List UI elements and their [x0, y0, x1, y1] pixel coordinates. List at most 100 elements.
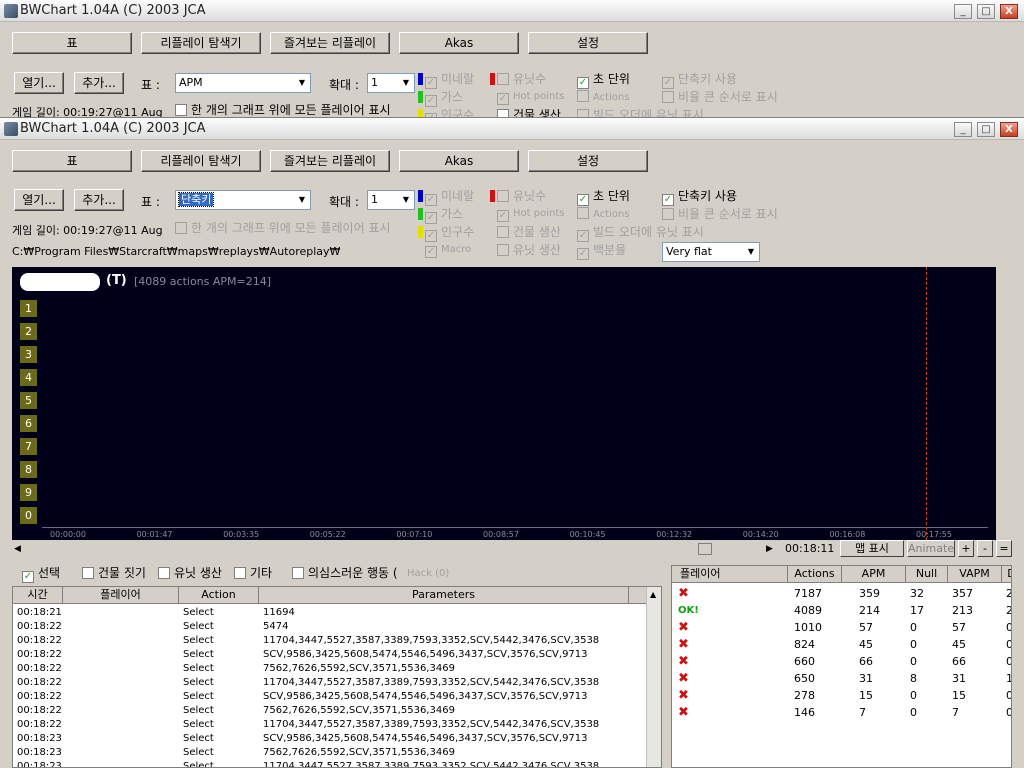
col-action[interactable]: Action — [179, 587, 259, 604]
actions-scrollbar[interactable]: ▲ — [646, 587, 661, 767]
hotkey-use-checkbox[interactable]: ✓ 단축키 사용 — [662, 189, 737, 206]
col-time[interactable]: 시간 — [13, 587, 63, 604]
table-row[interactable]: 00:18:22 Select 11704,3447,5527,3587,3389,… — [13, 676, 647, 690]
minimize-button[interactable]: _ — [954, 4, 972, 19]
sort-ratio-checkbox[interactable]: 비율 큰 순서로 표시 — [662, 90, 778, 106]
col-d[interactable]: D — [1002, 566, 1011, 583]
show-map-button[interactable]: 맵 표시 — [840, 540, 904, 557]
hotpoints-checkbox[interactable]: ✓ Hot points — [497, 207, 564, 223]
filter-suspicious-checkbox[interactable]: 의심스러운 행동 ( — [292, 566, 398, 582]
table-row[interactable]: 00:18:23 Select 11704,3447,5527,3587,3389,… — [13, 760, 647, 767]
scroll-right-icon[interactable]: ▶ — [766, 542, 773, 556]
minimize-button[interactable]: _ — [954, 122, 972, 137]
filter-other-checkbox[interactable]: 기타 — [234, 566, 272, 582]
animate-button[interactable]: Animate — [907, 540, 955, 557]
tab-replay-browser[interactable]: 리플레이 탐색기 — [141, 32, 261, 54]
units-checkbox[interactable]: 유닛수 — [490, 72, 546, 88]
col-player[interactable]: 플레이어 — [63, 587, 179, 604]
table-row[interactable]: 00:18:22 Select 7562,7626,5592,SCV,3571,55… — [13, 704, 647, 718]
gas-checkbox[interactable]: ✓ 가스 — [418, 90, 463, 107]
units-checkbox[interactable]: 유닛수 — [490, 189, 546, 205]
list-item[interactable]: ✖ 824 45 0 45 0 — [672, 638, 1011, 654]
percent-checkbox[interactable]: ✓ 백분율 — [577, 243, 626, 260]
list-item[interactable]: ✖ 7187 359 32 357 2( — [672, 587, 1011, 603]
tab-favorite-replays[interactable]: 즐겨보는 리플레이 — [270, 150, 390, 172]
list-item[interactable]: ✖660660660 — [672, 655, 1011, 671]
seconds-checkbox[interactable]: ✓ 초 단위 — [577, 72, 630, 89]
table-row[interactable]: 00:18:22 Select SCV,9586,3425,5608,5474,55… — [13, 648, 647, 662]
tab-akas[interactable]: Akas — [399, 150, 519, 172]
table-row[interactable]: 00:18:23 Select SCV,9586,3425,5608,5474,55… — [13, 732, 647, 746]
unit-production-checkbox[interactable]: 유닛 생산 — [497, 243, 561, 259]
build-production-checkbox[interactable]: 건물 생산 — [497, 108, 561, 117]
list-item[interactable]: ✖ 650 31 8 31 1! — [672, 672, 1011, 688]
macro-checkbox[interactable]: ✓ Macro — [425, 243, 471, 259]
tab-akas[interactable]: Akas — [399, 32, 519, 54]
close-button[interactable]: X — [1000, 122, 1018, 137]
build-order-units-checkbox[interactable]: 빌드 오더에 유닛 표시 — [577, 108, 704, 117]
zoom-select[interactable]: 1 ▼ — [367, 73, 415, 93]
supply-checkbox[interactable]: ✓인구수 — [418, 108, 474, 117]
flatness-select[interactable]: Very flat ▼ — [662, 242, 760, 262]
open-button[interactable]: 열기... — [14, 189, 64, 211]
table-row[interactable]: 00:18:23 Select 7562,7626,5592,SCV,3571,55… — [13, 746, 647, 760]
maximize-button[interactable]: □ — [977, 122, 995, 137]
filter-build-checkbox[interactable]: 건물 짓기 — [82, 566, 146, 582]
table-row[interactable]: 00:18:22 Select 11704,3447,5527,3587,3389,… — [13, 634, 647, 648]
tab-favorite-replays[interactable]: 즐겨보는 리플레이 — [270, 32, 390, 54]
chart-type-select[interactable]: 단축키 ▼ — [175, 190, 311, 210]
title-bar[interactable]: BWChart 1.04A (C) 2003 JCA _ □ X — [0, 0, 1024, 22]
filter-select-checkbox[interactable]: ✓ 선택 — [22, 566, 60, 583]
tab-chart[interactable]: 표 — [12, 32, 132, 54]
hotkey-use-checkbox[interactable]: ✓ 단축키 사용 — [662, 72, 737, 89]
col-parameters[interactable]: Parameters — [259, 587, 629, 604]
filter-train-checkbox[interactable]: 유닛 생산 — [158, 566, 222, 582]
list-item[interactable]: OK! 4089 214 17 213 2: — [672, 604, 1011, 620]
reset-zoom-button[interactable]: = — [996, 540, 1012, 557]
col-null[interactable]: Null — [906, 566, 948, 583]
table-row[interactable]: 00:18:22 Select 5474 — [13, 620, 647, 634]
table-row[interactable]: 00:18:22 Select 11704,3447,5527,3587,3389,… — [13, 718, 647, 732]
minerals-checkbox[interactable]: ✓ 미네랄 — [418, 189, 474, 206]
zoom-in-button[interactable]: + — [958, 540, 974, 557]
maximize-button[interactable]: □ — [977, 4, 995, 19]
tab-settings[interactable]: 설정 — [528, 150, 648, 172]
tab-replay-browser[interactable]: 리플레이 탐색기 — [141, 150, 261, 172]
all-on-one-checkbox[interactable]: 한 개의 그래프 위에 모든 플레이어 표시 — [175, 221, 391, 237]
col-vapm[interactable]: VAPM — [948, 566, 1002, 583]
add-button[interactable]: 추가... — [74, 72, 124, 94]
sort-ratio-checkbox[interactable]: 비율 큰 순서로 표시 — [662, 207, 778, 223]
hotkey-chart[interactable]: (T) [4089 actions APM=214] 1 2 3 4 5 6 7 8 9 0 00… — [12, 267, 996, 540]
build-production-checkbox[interactable]: 건물 생산 — [497, 225, 561, 241]
build-order-units-checkbox[interactable]: ✓ 빌드 오더에 유닛 표시 — [577, 225, 704, 242]
col-apm[interactable]: APM — [842, 566, 906, 583]
scroll-up-icon[interactable]: ▲ — [650, 590, 656, 599]
scroll-thumb[interactable] — [698, 543, 712, 555]
list-item[interactable]: ✖ 278 15 0 15 0 — [672, 689, 1011, 705]
hotpoints-checkbox[interactable]: ✓ Hot points — [497, 90, 564, 106]
zoom-out-button[interactable]: - — [977, 540, 993, 557]
actions-table[interactable]: 시간 플레이어 Action Parameters 00:18:21 Select… — [12, 586, 662, 768]
zoom-select[interactable]: 1 ▼ — [367, 190, 415, 210]
supply-checkbox[interactable]: ✓인구수 — [418, 225, 474, 242]
all-on-one-checkbox[interactable]: 한 개의 그래프 위에 모든 플레이어 표시 — [175, 103, 391, 117]
open-button[interactable]: 열기... — [14, 72, 64, 94]
actions-checkbox[interactable]: Actions — [577, 90, 630, 106]
tab-chart[interactable]: 표 — [12, 150, 132, 172]
add-button[interactable]: 추가... — [74, 189, 124, 211]
title-bar[interactable]: BWChart 1.04A (C) 2003 JCA _ □ X — [0, 118, 1024, 140]
table-row[interactable]: 00:18:21 Select 11694 — [13, 606, 647, 620]
tab-settings[interactable]: 설정 — [528, 32, 648, 54]
col-player-name[interactable]: 플레이어 — [672, 566, 788, 583]
gas-checkbox[interactable]: ✓ 가스 — [418, 207, 463, 224]
timeline-scrollbar[interactable]: ◀ ▶ — [12, 542, 774, 556]
scroll-left-icon[interactable]: ◀ — [14, 542, 21, 556]
col-actions[interactable]: Actions — [788, 566, 842, 583]
chart-type-select[interactable]: APM ▼ — [175, 73, 311, 93]
table-row[interactable]: 00:18:22 Select 7562,7626,5592,SCV,3571,55… — [13, 662, 647, 676]
minerals-checkbox[interactable]: ✓ 미네랄 — [418, 72, 474, 89]
table-row[interactable]: 00:18:22 Select SCV,9586,3425,5608,5474,55… — [13, 690, 647, 704]
list-item[interactable]: ✖ 146 7 0 7 0 — [672, 706, 1011, 722]
close-button[interactable]: X — [1000, 4, 1018, 19]
list-item[interactable]: ✖ 1010 57 0 57 0 — [672, 621, 1011, 637]
